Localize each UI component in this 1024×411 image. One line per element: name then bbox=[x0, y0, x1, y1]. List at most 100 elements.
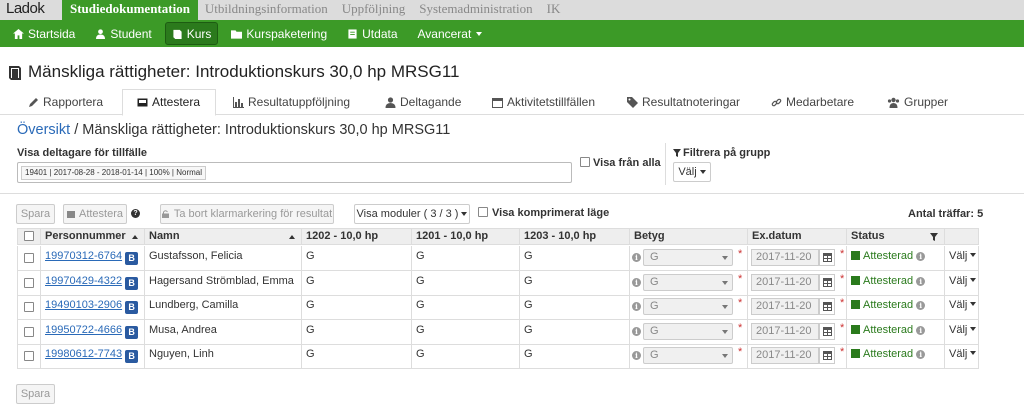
calendar-button[interactable] bbox=[819, 273, 835, 291]
topnav-utbildningsinformation[interactable]: Utbildningsinformation bbox=[198, 0, 335, 20]
row-checkbox[interactable] bbox=[24, 351, 34, 361]
row-checkbox[interactable] bbox=[24, 277, 34, 288]
visa-moduler-dropdown[interactable]: Visa moduler ( 3 / 3 ) bbox=[354, 204, 470, 224]
ta-bort-klarmarkering-button[interactable]: Ta bort klarmarkering för resultat bbox=[160, 204, 334, 224]
nav-avancerat[interactable]: Avancerat bbox=[411, 22, 490, 45]
topnav-ik[interactable]: IK bbox=[540, 0, 568, 20]
spara-button[interactable]: Spara bbox=[16, 204, 55, 224]
topnav-studiedokumentation[interactable]: Studiedokumentation bbox=[62, 0, 198, 20]
tab-resultatuppfoljning[interactable]: Resultatuppföljning bbox=[233, 89, 350, 115]
tab-aktivitetstillfallen[interactable]: Aktivitetstillfällen bbox=[492, 89, 595, 115]
header-1202[interactable]: 1202 - 10,0 hp bbox=[301, 229, 411, 244]
info-icon[interactable]: i bbox=[632, 351, 641, 360]
help-icon[interactable]: ? bbox=[131, 209, 140, 218]
personnummer-link[interactable]: 19970429-4322 bbox=[45, 275, 122, 287]
inbox-icon bbox=[137, 98, 148, 107]
calendar-button[interactable] bbox=[819, 249, 835, 266]
nav-kurspaketering[interactable]: Kurspaketering bbox=[224, 22, 334, 45]
exdatum-input[interactable]: 2017-11-20 bbox=[751, 322, 819, 340]
topnav-uppfoljning[interactable]: Uppföljning bbox=[335, 0, 413, 20]
row-checkbox[interactable] bbox=[24, 326, 34, 337]
personnummer-link[interactable]: 19980612-7743 bbox=[45, 348, 122, 360]
topnav-systemadministration[interactable]: Systemadministration bbox=[412, 0, 539, 20]
visa-komprimerat-checkbox[interactable] bbox=[478, 207, 488, 217]
ta-bort-label: Ta bort klarmarkering för resultat bbox=[173, 208, 333, 220]
b-badge[interactable]: B bbox=[125, 325, 139, 339]
personnummer-link[interactable]: 19490103-2906 bbox=[45, 299, 122, 311]
calendar-button[interactable] bbox=[819, 298, 835, 315]
required-mark: * bbox=[738, 272, 743, 285]
cell-exdatum: 2017-11-20 * bbox=[747, 319, 846, 344]
info-icon[interactable]: i bbox=[632, 326, 641, 336]
exdatum-input[interactable]: 2017-11-20 bbox=[751, 249, 819, 266]
calendar-button[interactable] bbox=[819, 347, 835, 364]
calendar-icon bbox=[492, 97, 503, 108]
betyg-select[interactable]: G bbox=[643, 273, 733, 291]
info-icon[interactable]: i bbox=[916, 301, 926, 310]
tab-deltagande[interactable]: Deltagande bbox=[385, 89, 461, 115]
filter-icon[interactable] bbox=[930, 233, 938, 241]
info-icon[interactable]: i bbox=[916, 276, 926, 286]
tab-attestera[interactable]: Attestera bbox=[122, 89, 216, 116]
row-valj-dropdown[interactable]: Välj bbox=[949, 299, 977, 311]
row-valj-dropdown[interactable]: Välj bbox=[949, 324, 977, 336]
tab-rapportera[interactable]: Rapportera bbox=[28, 89, 103, 115]
betyg-select[interactable]: G bbox=[643, 347, 733, 364]
header-status[interactable]: Status bbox=[846, 229, 944, 244]
cell-betyg: i G * bbox=[629, 246, 747, 270]
betyg-select[interactable]: G bbox=[643, 322, 733, 340]
ladok-logo[interactable]: Ladok bbox=[0, 0, 62, 20]
info-icon[interactable]: i bbox=[632, 277, 641, 287]
tab-resultatnoteringar[interactable]: Resultatnoteringar bbox=[627, 89, 740, 115]
tab-medarbetare[interactable]: Medarbetare bbox=[771, 89, 854, 115]
tab-grupper[interactable]: Grupper bbox=[887, 89, 948, 115]
select-all-checkbox[interactable] bbox=[24, 231, 34, 241]
nav-startsida[interactable]: Startsida bbox=[6, 22, 82, 45]
main-nav: Startsida Student Kurs Kurspaketering Ut… bbox=[0, 20, 1024, 47]
visa-fran-alla-checkbox[interactable] bbox=[580, 157, 590, 167]
exdatum-input[interactable]: 2017-11-20 bbox=[751, 273, 819, 291]
info-icon[interactable]: i bbox=[916, 325, 926, 335]
b-badge[interactable]: B bbox=[125, 252, 139, 265]
exdatum-input[interactable]: 2017-11-20 bbox=[751, 347, 819, 364]
row-select-cell bbox=[18, 246, 40, 270]
info-icon[interactable]: i bbox=[632, 302, 641, 311]
header-namn[interactable]: Namn bbox=[144, 229, 301, 244]
row-valj-dropdown[interactable]: Välj bbox=[949, 250, 977, 262]
nav-kurs[interactable]: Kurs bbox=[164, 22, 219, 45]
info-icon[interactable]: i bbox=[632, 253, 641, 262]
tillfalle-select[interactable]: 19401 | 2017-08-28 - 2018-01-14 | 100% |… bbox=[17, 162, 572, 183]
header-1201[interactable]: 1201 - 10,0 hp bbox=[411, 229, 519, 244]
row-valj-dropdown[interactable]: Välj bbox=[949, 348, 977, 360]
grade-1201: G bbox=[416, 274, 425, 287]
grupp-valj-dropdown[interactable]: Välj bbox=[673, 162, 711, 182]
header-personnummer[interactable]: Personnummer bbox=[40, 229, 144, 244]
calendar-button[interactable] bbox=[819, 322, 835, 340]
nav-student[interactable]: Student bbox=[88, 22, 158, 45]
attestera-button[interactable]: Attestera bbox=[63, 204, 127, 224]
cell-betyg: i G * bbox=[629, 270, 747, 295]
exdatum-input[interactable]: 2017-11-20 bbox=[751, 298, 819, 315]
footer-spara-button[interactable]: Spara bbox=[16, 384, 55, 404]
header-1203[interactable]: 1203 - 10,0 hp bbox=[519, 229, 629, 244]
header-betyg[interactable]: Betyg bbox=[629, 229, 747, 244]
breadcrumb-oversikt[interactable]: Översikt bbox=[17, 122, 70, 138]
betyg-select[interactable]: G bbox=[643, 249, 733, 266]
tab-deltagande-label: Deltagande bbox=[400, 94, 462, 109]
nav-utdata[interactable]: Utdata bbox=[340, 22, 404, 45]
row-checkbox[interactable] bbox=[24, 302, 34, 312]
row-checkbox[interactable] bbox=[24, 253, 34, 263]
personnummer-link[interactable]: 19970312-6764 bbox=[45, 250, 122, 262]
b-badge[interactable]: B bbox=[125, 276, 139, 290]
table-row: 19970312-6764 B Gustafsson, Felicia G G Gi G * 2… bbox=[17, 246, 979, 271]
info-icon[interactable]: i bbox=[916, 252, 926, 261]
b-badge[interactable]: B bbox=[125, 350, 139, 363]
betyg-select[interactable]: G bbox=[643, 298, 733, 315]
personnummer-link[interactable]: 19950722-4666 bbox=[45, 324, 122, 336]
tillfalle-tag[interactable]: 19401 | 2017-08-28 - 2018-01-14 | 100% |… bbox=[21, 166, 207, 180]
row-valj-dropdown[interactable]: Välj bbox=[949, 275, 977, 287]
info-icon[interactable]: i bbox=[916, 350, 926, 359]
visa-moduler-label: Visa moduler ( 3 / 3 ) bbox=[356, 208, 459, 220]
header-exdatum[interactable]: Ex.datum bbox=[747, 229, 846, 244]
b-badge[interactable]: B bbox=[125, 301, 139, 314]
